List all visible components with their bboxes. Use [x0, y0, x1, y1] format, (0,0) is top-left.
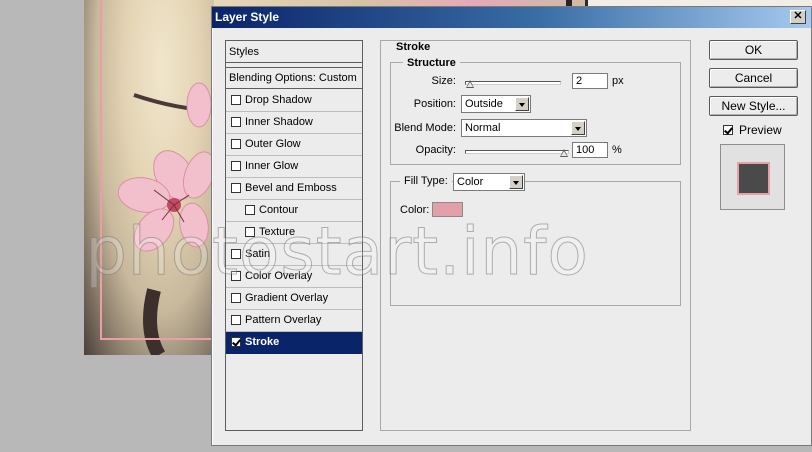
style-item-label: Inner Glow: [245, 160, 299, 172]
position-label: Position:: [413, 98, 456, 110]
style-item-bevel-and-emboss[interactable]: Bevel and Emboss: [226, 178, 362, 200]
blend-mode-value: Normal: [465, 122, 501, 134]
style-preview-swatch: [737, 162, 770, 195]
fill-type-label: Fill Type:: [400, 175, 452, 187]
style-checkbox[interactable]: [231, 249, 241, 259]
fill-type-group: [390, 181, 681, 306]
style-item-label: Texture: [259, 226, 296, 238]
style-checkbox[interactable]: [231, 183, 241, 193]
style-item-color-overlay[interactable]: Color Overlay: [226, 266, 362, 288]
chevron-down-icon[interactable]: [515, 97, 529, 111]
style-item-drop-shadow[interactable]: Drop Shadow: [226, 90, 362, 112]
style-item-pattern-overlay[interactable]: Pattern Overlay: [226, 310, 362, 332]
blending-options-item[interactable]: Blending Options: Custom: [226, 67, 362, 89]
style-preview-box: [720, 144, 785, 210]
style-checkbox[interactable]: [231, 117, 241, 127]
styles-list-panel: Styles Blending Options: Custom Drop Sha…: [225, 40, 363, 431]
opacity-slider-thumb[interactable]: [560, 149, 568, 157]
opacity-slider[interactable]: [465, 149, 569, 157]
layer-style-dialog: Layer Style ✕ Styles Blending Options: C…: [211, 6, 812, 446]
style-checkbox[interactable]: [231, 271, 241, 281]
style-checkbox[interactable]: [231, 161, 241, 171]
close-button[interactable]: ✕: [790, 10, 806, 24]
size-slider[interactable]: [465, 80, 561, 88]
style-item-label: Gradient Overlay: [245, 292, 329, 304]
opacity-label: Opacity:: [415, 144, 456, 156]
style-checkbox[interactable]: [231, 337, 241, 347]
stroke-color-swatch[interactable]: [432, 202, 463, 217]
canvas-pink-border: [100, 0, 220, 340]
style-item-inner-glow[interactable]: Inner Glow: [226, 156, 362, 178]
style-item-satin[interactable]: Satin: [226, 244, 362, 266]
size-label: Size:: [431, 75, 456, 87]
styles-header[interactable]: Styles: [226, 41, 362, 63]
style-checkbox[interactable]: [245, 227, 255, 237]
fill-type-select[interactable]: Color: [453, 173, 525, 191]
style-item-texture[interactable]: Texture: [226, 222, 362, 244]
style-checkbox[interactable]: [231, 293, 241, 303]
style-item-label: Pattern Overlay: [245, 314, 322, 326]
structure-title: Structure: [403, 57, 460, 69]
preview-checkbox[interactable]: [723, 125, 733, 135]
ok-button[interactable]: OK: [709, 40, 798, 60]
style-item-label: Color Overlay: [245, 270, 313, 282]
position-select[interactable]: Outside: [461, 95, 531, 113]
style-checkbox[interactable]: [231, 315, 241, 325]
stroke-group-title: Stroke: [392, 41, 435, 53]
size-slider-thumb[interactable]: [466, 80, 474, 88]
blend-mode-select[interactable]: Normal: [461, 119, 587, 137]
fill-type-value: Color: [457, 176, 484, 188]
new-style-button[interactable]: New Style...: [709, 96, 798, 116]
style-item-inner-shadow[interactable]: Inner Shadow: [226, 112, 362, 134]
color-label: Color:: [400, 204, 430, 216]
style-item-label: Outer Glow: [245, 138, 301, 150]
style-checkbox[interactable]: [231, 95, 241, 105]
position-value: Outside: [465, 98, 503, 110]
close-icon: ✕: [793, 10, 803, 22]
cancel-button[interactable]: Cancel: [709, 68, 798, 88]
size-unit: px: [612, 75, 624, 87]
style-checkbox[interactable]: [245, 205, 255, 215]
style-item-outer-glow[interactable]: Outer Glow: [226, 134, 362, 156]
style-item-label: Satin: [245, 248, 271, 260]
style-item-gradient-overlay[interactable]: Gradient Overlay: [226, 288, 362, 310]
opacity-input[interactable]: 100: [572, 142, 608, 158]
style-item-contour[interactable]: Contour: [226, 200, 362, 222]
preview-label: Preview: [739, 123, 782, 137]
style-item-label: Inner Shadow: [245, 116, 313, 128]
style-item-label: Contour: [259, 204, 299, 216]
style-checkbox[interactable]: [231, 139, 241, 149]
opacity-unit: %: [612, 144, 622, 156]
style-item-label: Bevel and Emboss: [245, 182, 337, 194]
size-input[interactable]: 2: [572, 73, 608, 89]
chevron-down-icon[interactable]: [509, 175, 523, 189]
dialog-title: Layer Style: [215, 10, 280, 24]
style-item-label: Stroke: [245, 336, 280, 348]
dialog-titlebar[interactable]: Layer Style ✕: [212, 7, 811, 28]
chevron-down-icon[interactable]: [571, 121, 585, 135]
style-item-label: Drop Shadow: [245, 94, 312, 106]
blend-mode-label: Blend Mode:: [394, 122, 456, 134]
style-item-stroke[interactable]: Stroke: [226, 332, 362, 354]
